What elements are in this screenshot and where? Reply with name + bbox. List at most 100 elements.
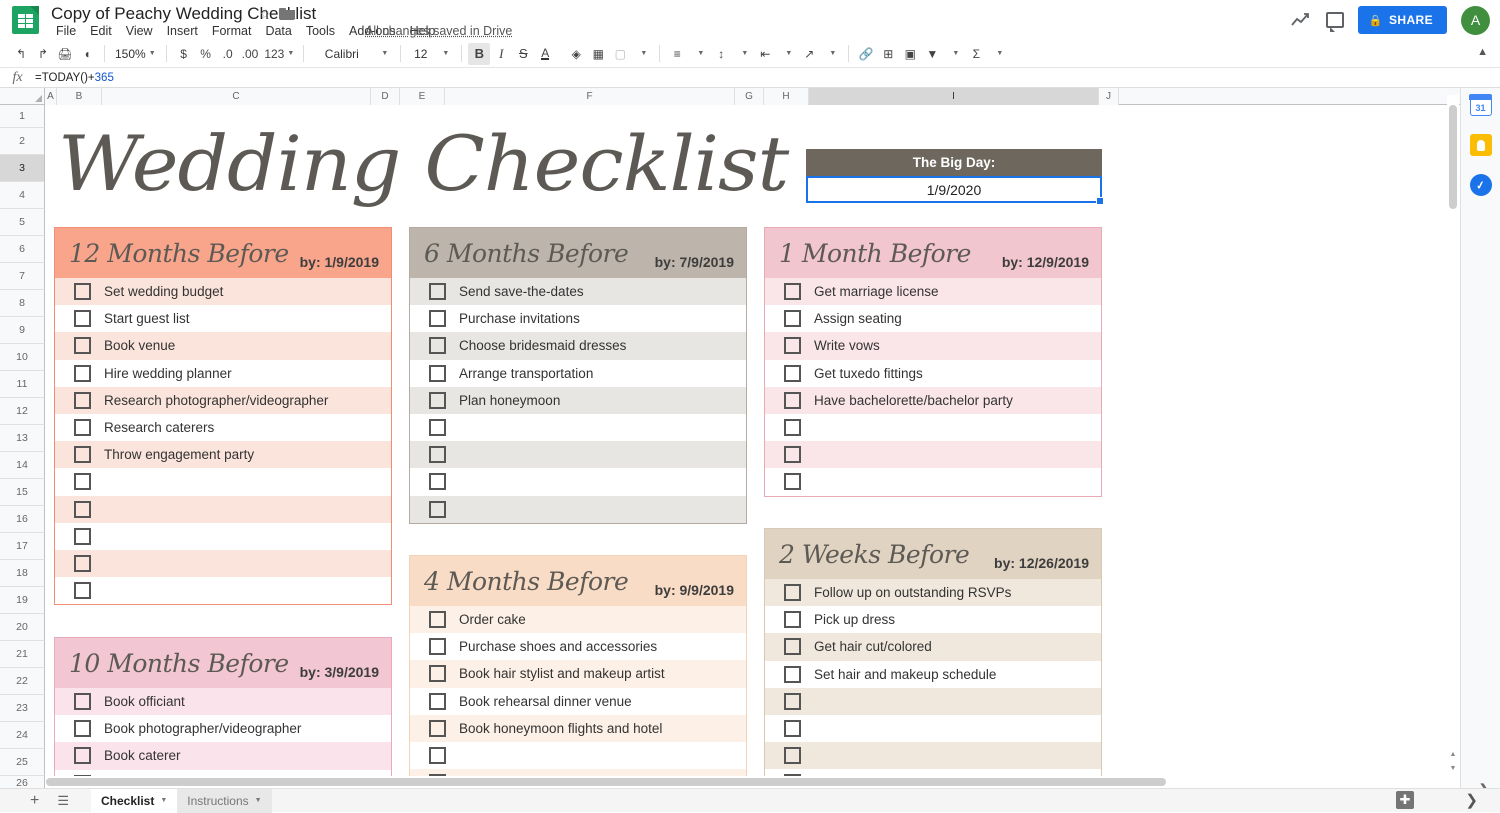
borders-icon[interactable]: ▦ <box>587 43 609 65</box>
checklist-item-label[interactable]: Assign seating <box>814 311 902 326</box>
all-sheets-menu-icon[interactable]: ☰ <box>57 793 69 809</box>
row-header-3[interactable]: 3 <box>0 155 45 182</box>
functions-caret-icon[interactable]: ▼ <box>987 43 1009 65</box>
checkbox-icon[interactable] <box>74 365 91 382</box>
row-header-9[interactable]: 9 <box>0 317 45 344</box>
menu-item-format[interactable]: Format <box>205 22 259 40</box>
checkbox-icon[interactable] <box>74 473 91 490</box>
google-calendar-icon[interactable]: 31 <box>1470 94 1492 116</box>
print-icon[interactable]: 🖨 <box>54 43 76 65</box>
horizontal-scrollbar[interactable] <box>46 776 1401 788</box>
row-header-23[interactable]: 23 <box>0 695 45 722</box>
column-header-f[interactable]: F <box>445 88 735 105</box>
checkbox-icon[interactable] <box>74 720 91 737</box>
checkbox-icon[interactable] <box>784 638 801 655</box>
checkbox-icon[interactable] <box>784 446 801 463</box>
checkbox-icon[interactable] <box>74 747 91 764</box>
checklist-item-label[interactable]: Book rehearsal dinner venue <box>459 694 632 709</box>
vertical-scrollbar[interactable]: ▲ ▼ <box>1447 95 1459 780</box>
menu-item-view[interactable]: View <box>119 22 160 40</box>
menu-item-insert[interactable]: Insert <box>160 22 205 40</box>
checkbox-icon[interactable] <box>429 611 446 628</box>
column-header-e[interactable]: E <box>400 88 445 105</box>
checklist-item-label[interactable]: Set hair and makeup schedule <box>814 667 996 682</box>
vertical-scroll-thumb[interactable] <box>1449 105 1457 209</box>
add-sheet-icon[interactable]: + <box>30 792 39 810</box>
percent-format-button[interactable]: % <box>195 43 217 65</box>
avatar[interactable]: A <box>1461 6 1490 35</box>
row-header-13[interactable]: 13 <box>0 425 45 452</box>
insert-comment-icon[interactable]: ⊞ <box>877 43 899 65</box>
scroll-down-arrow-icon[interactable]: ▼ <box>1449 765 1457 772</box>
font-family-caret-icon[interactable]: ▼ <box>372 43 394 65</box>
row-header-10[interactable]: 10 <box>0 344 45 371</box>
checkbox-icon[interactable] <box>429 638 446 655</box>
currency-format-button[interactable]: $ <box>173 43 195 65</box>
checklist-item-label[interactable]: Book officiant <box>104 694 185 709</box>
row-header-19[interactable]: 19 <box>0 587 45 614</box>
horizontal-align-icon[interactable]: ≡ <box>666 43 688 65</box>
checklist-item-label[interactable]: Have bachelorette/bachelor party <box>814 393 1013 408</box>
menu-item-data[interactable]: Data <box>258 22 298 40</box>
checkbox-icon[interactable] <box>74 528 91 545</box>
checklist-item-label[interactable]: Get marriage license <box>814 284 939 299</box>
scroll-up-arrow-icon[interactable]: ▲ <box>1449 751 1457 758</box>
checklist-item-label[interactable]: Get tuxedo fittings <box>814 366 923 381</box>
row-header-26[interactable]: 26 <box>0 776 45 788</box>
checkbox-icon[interactable] <box>784 283 801 300</box>
row-header-15[interactable]: 15 <box>0 479 45 506</box>
checklist-item-label[interactable]: Book venue <box>104 338 175 353</box>
valign-caret-icon[interactable]: ▼ <box>732 43 754 65</box>
merge-caret-icon[interactable]: ▼ <box>631 43 653 65</box>
checklist-item-label[interactable]: Order cake <box>459 612 526 627</box>
sheet-tab-checklist[interactable]: Checklist ▼ <box>91 789 177 813</box>
bold-button[interactable]: B <box>468 43 490 65</box>
checkbox-icon[interactable] <box>74 693 91 710</box>
share-button[interactable]: 🔒 SHARE <box>1358 6 1447 34</box>
row-header-1[interactable]: 1 <box>0 105 45 128</box>
halign-caret-icon[interactable]: ▼ <box>688 43 710 65</box>
checkbox-icon[interactable] <box>784 611 801 628</box>
checklist-item-label[interactable]: Throw engagement party <box>104 447 254 462</box>
text-wrap-icon[interactable]: ⇤ <box>754 43 776 65</box>
collapse-toolbar-icon[interactable]: ▲ <box>1477 46 1488 58</box>
checkbox-icon[interactable] <box>429 665 446 682</box>
column-header-b[interactable]: B <box>57 88 102 105</box>
fill-color-icon[interactable]: ◈ <box>565 43 587 65</box>
more-formats-button[interactable]: 123▼ <box>261 43 297 65</box>
text-color-button[interactable]: A <box>534 43 556 65</box>
bottom-expand-icon[interactable]: ❯ <box>1465 791 1478 809</box>
column-header-g[interactable]: G <box>735 88 764 105</box>
column-header-a[interactable]: A <box>45 88 57 105</box>
row-header-14[interactable]: 14 <box>0 452 45 479</box>
checklist-item-label[interactable]: Research caterers <box>104 420 214 435</box>
checklist-item-label[interactable]: Book caterer <box>104 748 181 763</box>
row-header-21[interactable]: 21 <box>0 641 45 668</box>
checkbox-icon[interactable] <box>74 283 91 300</box>
checkbox-icon[interactable] <box>429 747 446 764</box>
column-header-h[interactable]: H <box>764 88 809 105</box>
checkbox-icon[interactable] <box>74 419 91 436</box>
checkbox-icon[interactable] <box>784 666 801 683</box>
row-header-24[interactable]: 24 <box>0 722 45 749</box>
checkbox-icon[interactable] <box>429 720 446 737</box>
strikethrough-button[interactable]: S <box>512 43 534 65</box>
wrap-caret-icon[interactable]: ▼ <box>776 43 798 65</box>
row-header-18[interactable]: 18 <box>0 560 45 587</box>
insert-link-icon[interactable]: 🔗 <box>855 43 877 65</box>
checklist-item-label[interactable]: Send save-the-dates <box>459 284 584 299</box>
save-status-text[interactable]: All changes saved in Drive <box>365 24 512 38</box>
column-header-c[interactable]: C <box>102 88 371 105</box>
insert-chart-icon[interactable]: ▣ <box>899 43 921 65</box>
checkbox-icon[interactable] <box>784 693 801 710</box>
checkbox-icon[interactable] <box>784 337 801 354</box>
checkbox-icon[interactable] <box>74 555 91 572</box>
checkbox-icon[interactable] <box>429 501 446 518</box>
merge-cells-icon[interactable]: ▢ <box>609 43 631 65</box>
checkbox-icon[interactable] <box>74 446 91 463</box>
checkbox-icon[interactable] <box>784 310 801 327</box>
folder-icon[interactable] <box>279 8 295 20</box>
decrease-decimal-button[interactable]: .0 <box>217 43 239 65</box>
google-tasks-icon[interactable]: ✓ <box>1470 174 1492 196</box>
row-header-4[interactable]: 4 <box>0 182 45 209</box>
